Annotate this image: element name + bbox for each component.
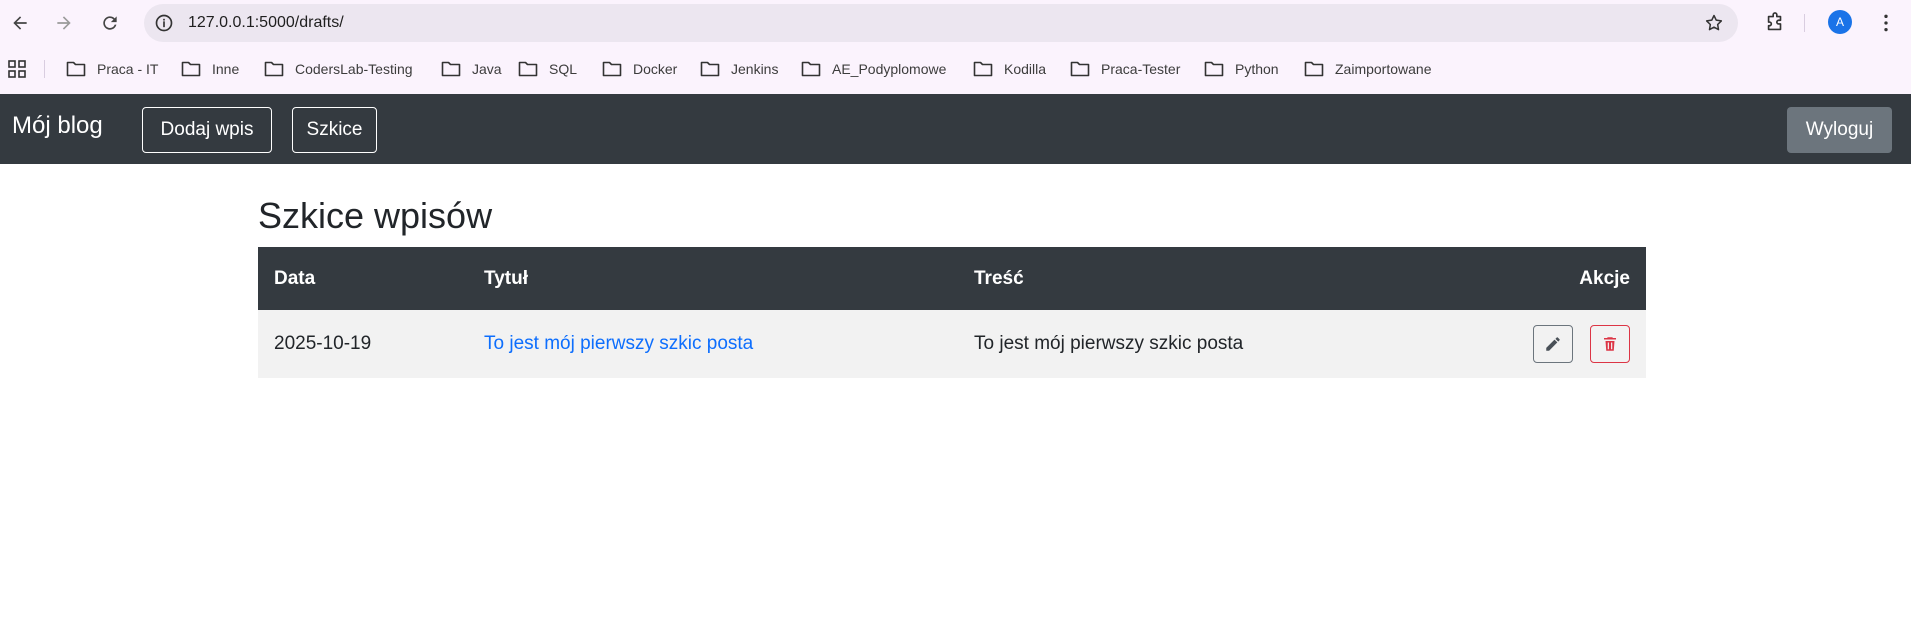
star-icon[interactable] xyxy=(1704,13,1724,33)
folder-icon xyxy=(973,61,993,77)
bookmark-item[interactable]: CodersLab-Testing xyxy=(264,58,413,80)
folder-icon xyxy=(801,61,821,77)
bookmark-item[interactable]: Praca-Tester xyxy=(1070,58,1180,80)
column-header-content: Treść xyxy=(974,267,1024,289)
folder-icon xyxy=(1304,61,1324,77)
folder-icon xyxy=(181,61,201,77)
forward-button[interactable] xyxy=(47,6,81,40)
bookmark-label: Java xyxy=(472,61,502,77)
table-row: 2025-10-19 To jest mój pierwszy szkic po… xyxy=(258,310,1646,378)
bookmark-item[interactable]: Python xyxy=(1204,58,1279,80)
bookmark-item[interactable]: Java xyxy=(441,58,502,80)
arrow-right-icon xyxy=(57,16,71,30)
back-button[interactable] xyxy=(3,6,37,40)
bookmark-label: SQL xyxy=(549,61,578,77)
pencil-icon xyxy=(1545,337,1560,351)
bookmark-label: Docker xyxy=(633,61,678,77)
bookmark-item[interactable]: Docker xyxy=(602,58,677,80)
add-post-button[interactable]: Dodaj wpis xyxy=(142,107,272,153)
bookmark-item[interactable]: Kodilla xyxy=(973,58,1046,80)
folder-icon xyxy=(1204,61,1224,77)
bookmark-label: Inne xyxy=(212,61,240,77)
page-title: Szkice wpisów xyxy=(258,195,493,236)
bookmark-label: Zaimportowane xyxy=(1335,61,1432,77)
column-header-title: Tytuł xyxy=(484,267,528,289)
brand-logo[interactable]: Mój blog xyxy=(12,111,103,141)
folder-icon xyxy=(1070,61,1090,77)
extensions-button[interactable] xyxy=(1760,8,1790,38)
bookmark-item[interactable]: Praca - IT xyxy=(66,58,158,80)
logout-button[interactable]: Wyloguj xyxy=(1787,107,1892,153)
column-header-actions: Akcje xyxy=(1579,267,1630,289)
bookmark-label: Python xyxy=(1235,61,1279,77)
bookmark-label: Kodilla xyxy=(1004,61,1047,77)
edit-draft-button[interactable] xyxy=(1532,325,1573,363)
drafts-button[interactable]: Szkice xyxy=(292,107,377,153)
bookmark-item[interactable]: Jenkins xyxy=(700,58,778,80)
bookmark-item[interactable]: Zaimportowane xyxy=(1304,58,1432,80)
bookmark-item[interactable]: SQL xyxy=(518,58,577,80)
column-header-date: Data xyxy=(274,267,316,289)
folder-icon xyxy=(66,61,86,77)
reload-icon xyxy=(103,16,117,30)
toolbar-divider xyxy=(1804,14,1805,32)
bookmark-item[interactable]: AE_Podyplomowe xyxy=(801,58,946,80)
arrow-left-icon xyxy=(13,16,27,30)
bookmark-label: AE_Podyplomowe xyxy=(832,61,947,77)
delete-draft-button[interactable] xyxy=(1590,325,1630,363)
draft-title-link[interactable]: To jest mój pierwszy szkic posta xyxy=(484,333,753,354)
bookmark-label: CodersLab-Testing xyxy=(295,61,413,77)
folder-icon xyxy=(441,61,461,77)
folder-icon xyxy=(518,61,538,77)
folder-icon xyxy=(700,61,720,77)
bookmark-label: Jenkins xyxy=(731,61,779,77)
app-navbar: Mój blog Dodaj wpis Szkice Wyloguj xyxy=(0,94,1911,164)
browser-toolbar: 127.0.0.1:5000/drafts/ A xyxy=(0,0,1911,46)
bookmark-label: Praca-Tester xyxy=(1101,61,1181,77)
bookmark-label: Praca - IT xyxy=(97,61,159,77)
cell-title: To jest mój pierwszy szkic posta xyxy=(468,310,958,378)
reload-button[interactable] xyxy=(93,6,127,40)
trash-icon xyxy=(1604,337,1616,351)
bookmark-item[interactable]: Inne xyxy=(181,58,239,80)
cell-date: 2025-10-19 xyxy=(274,333,372,354)
cell-actions xyxy=(1448,310,1646,378)
url-text: 127.0.0.1:5000/drafts/ xyxy=(188,14,344,31)
table-header-row: Data Tytuł Treść Akcje xyxy=(258,247,1646,310)
profile-avatar[interactable]: A xyxy=(1828,10,1852,34)
puzzle-icon xyxy=(1767,12,1782,31)
browser-chrome: 127.0.0.1:5000/drafts/ A Praca - IT Inne C… xyxy=(0,0,1911,94)
apps-grid-icon[interactable] xyxy=(8,60,26,78)
bookmarks-separator xyxy=(44,60,45,78)
address-bar[interactable]: 127.0.0.1:5000/drafts/ xyxy=(144,4,1738,42)
bookmarks-bar: Praca - IT Inne CodersLab-Testing Java SQL Do… xyxy=(0,50,1911,88)
folder-icon xyxy=(264,61,284,77)
cell-content: To jest mój pierwszy szkic posta xyxy=(974,333,1244,354)
drafts-table: Data Tytuł Treść Akcje 2025-10-19 To jes… xyxy=(258,247,1646,378)
folder-icon xyxy=(602,61,622,77)
info-icon[interactable] xyxy=(154,13,174,33)
kebab-menu-icon xyxy=(1884,14,1888,32)
browser-menu-button[interactable] xyxy=(1876,10,1896,36)
